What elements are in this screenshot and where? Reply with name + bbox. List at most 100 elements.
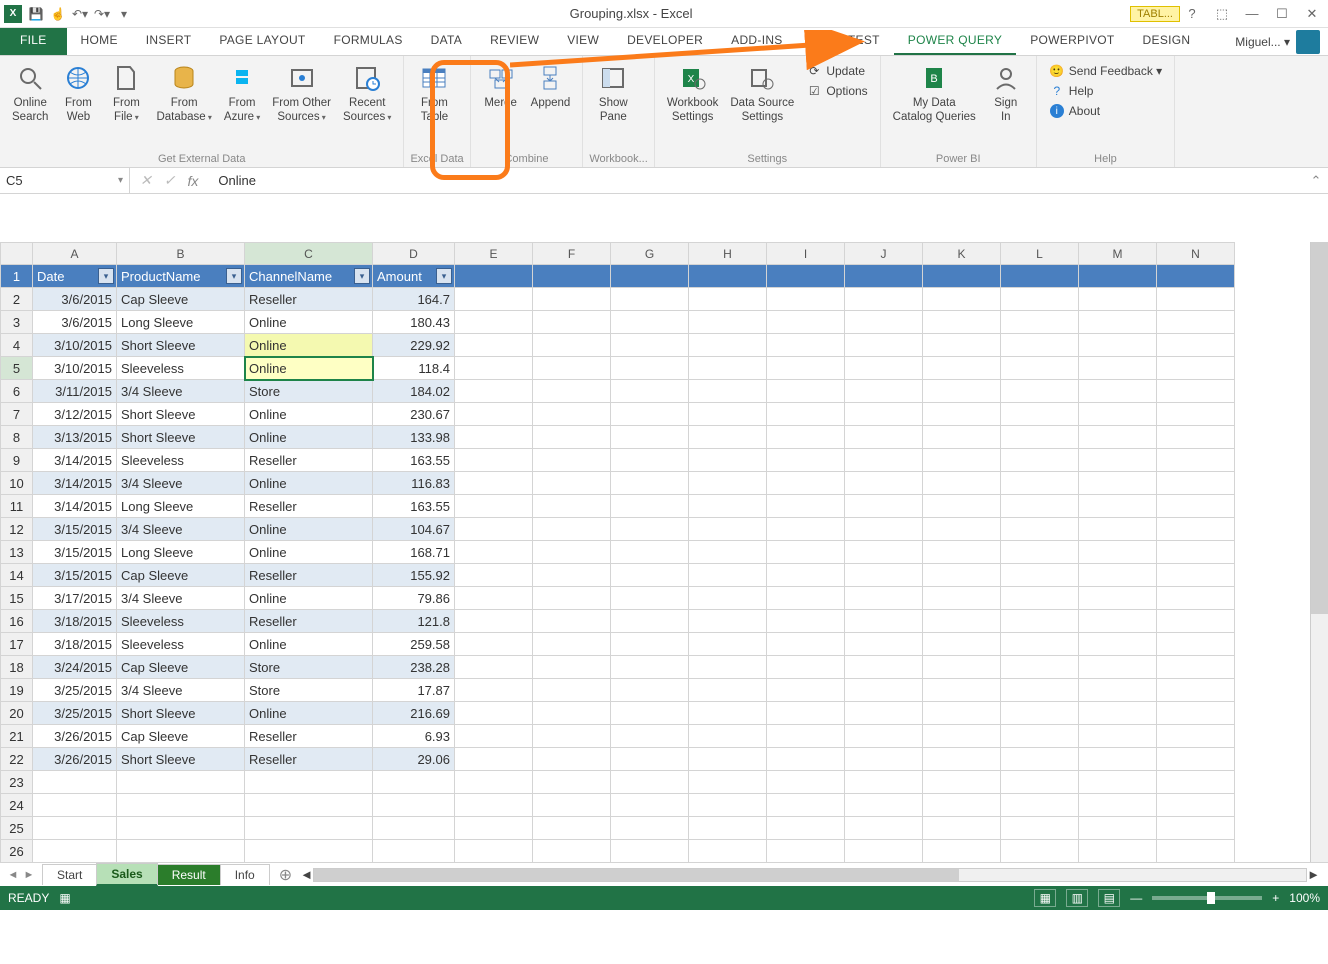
cell[interactable]: Reseller bbox=[245, 449, 373, 472]
cell[interactable]: 229.92 bbox=[373, 334, 455, 357]
cell[interactable] bbox=[611, 794, 689, 817]
cell[interactable]: Online bbox=[245, 518, 373, 541]
cell[interactable] bbox=[845, 472, 923, 495]
zoom-slider[interactable] bbox=[1152, 896, 1262, 900]
tab-home[interactable]: HOME bbox=[67, 28, 132, 55]
cell[interactable] bbox=[245, 794, 373, 817]
cell[interactable] bbox=[1001, 840, 1079, 863]
cell[interactable] bbox=[1001, 449, 1079, 472]
row-header-22[interactable]: 22 bbox=[1, 748, 33, 771]
cell[interactable] bbox=[767, 633, 845, 656]
cell[interactable] bbox=[689, 771, 767, 794]
cell[interactable] bbox=[1157, 426, 1235, 449]
table-tools-tab[interactable]: TABL... bbox=[1130, 6, 1180, 22]
cell[interactable] bbox=[455, 702, 533, 725]
cell[interactable]: Online bbox=[245, 403, 373, 426]
row-header-14[interactable]: 14 bbox=[1, 564, 33, 587]
cell[interactable] bbox=[611, 495, 689, 518]
ribbon-show-pane[interactable]: Show Pane bbox=[589, 60, 637, 151]
cell[interactable] bbox=[611, 817, 689, 840]
cell[interactable] bbox=[923, 748, 1001, 771]
ribbon-append[interactable]: Append bbox=[525, 60, 577, 151]
cell[interactable] bbox=[845, 403, 923, 426]
cell[interactable] bbox=[1001, 702, 1079, 725]
cell[interactable] bbox=[923, 840, 1001, 863]
cell[interactable] bbox=[533, 403, 611, 426]
cell[interactable] bbox=[533, 840, 611, 863]
cell[interactable] bbox=[845, 380, 923, 403]
cell[interactable] bbox=[689, 449, 767, 472]
cell[interactable] bbox=[533, 334, 611, 357]
cell[interactable] bbox=[1001, 679, 1079, 702]
cell[interactable]: 3/6/2015 bbox=[33, 311, 117, 334]
cell[interactable] bbox=[767, 564, 845, 587]
cell[interactable]: 29.06 bbox=[373, 748, 455, 771]
tab-page-layout[interactable]: PAGE LAYOUT bbox=[205, 28, 319, 55]
cell[interactable] bbox=[33, 771, 117, 794]
cell[interactable] bbox=[533, 587, 611, 610]
filter-icon[interactable]: ▾ bbox=[98, 268, 114, 284]
cell[interactable] bbox=[1001, 403, 1079, 426]
cell[interactable]: Online bbox=[245, 472, 373, 495]
cell[interactable] bbox=[689, 472, 767, 495]
ribbon-from-azure[interactable]: From Azure bbox=[218, 60, 266, 151]
normal-view-button[interactable]: ▦ bbox=[1034, 889, 1056, 907]
cell[interactable] bbox=[689, 311, 767, 334]
cell[interactable] bbox=[1079, 840, 1157, 863]
cell[interactable] bbox=[845, 426, 923, 449]
ribbon-from-other-sources[interactable]: From Other Sources bbox=[266, 60, 337, 151]
cell[interactable] bbox=[1001, 656, 1079, 679]
cell[interactable]: 3/14/2015 bbox=[33, 495, 117, 518]
cell[interactable]: Long Sleeve bbox=[117, 311, 245, 334]
ribbon-workbook-settings[interactable]: XWorkbook Settings bbox=[661, 60, 725, 151]
cell[interactable]: 3/4 Sleeve bbox=[117, 679, 245, 702]
cell[interactable]: Sleeveless bbox=[117, 633, 245, 656]
row-header-9[interactable]: 9 bbox=[1, 449, 33, 472]
row-header-10[interactable]: 10 bbox=[1, 472, 33, 495]
cell[interactable] bbox=[1157, 380, 1235, 403]
cell[interactable]: 3/4 Sleeve bbox=[117, 380, 245, 403]
col-header-G[interactable]: G bbox=[611, 243, 689, 265]
cell[interactable]: 3/26/2015 bbox=[33, 725, 117, 748]
cell[interactable] bbox=[1079, 702, 1157, 725]
cell[interactable] bbox=[533, 794, 611, 817]
cell[interactable] bbox=[1001, 518, 1079, 541]
cell[interactable] bbox=[373, 771, 455, 794]
cell[interactable] bbox=[845, 541, 923, 564]
cell[interactable] bbox=[1001, 541, 1079, 564]
cell[interactable] bbox=[373, 840, 455, 863]
sheet-tab-result[interactable]: Result bbox=[157, 864, 221, 885]
cell[interactable] bbox=[845, 564, 923, 587]
cell[interactable] bbox=[1001, 357, 1079, 380]
cell[interactable]: 164.7 bbox=[373, 288, 455, 311]
cell[interactable] bbox=[1001, 564, 1079, 587]
cell[interactable] bbox=[689, 817, 767, 840]
cell[interactable]: Reseller bbox=[245, 748, 373, 771]
cell[interactable] bbox=[767, 426, 845, 449]
cell[interactable] bbox=[923, 472, 1001, 495]
help-button[interactable]: ? bbox=[1180, 4, 1204, 24]
cancel-formula-icon[interactable]: ✕ bbox=[140, 172, 152, 189]
cell[interactable] bbox=[533, 472, 611, 495]
col-header-M[interactable]: M bbox=[1079, 243, 1157, 265]
cell[interactable] bbox=[1157, 403, 1235, 426]
cell[interactable]: 3/13/2015 bbox=[33, 426, 117, 449]
cell[interactable] bbox=[923, 702, 1001, 725]
cell[interactable] bbox=[845, 610, 923, 633]
cell[interactable] bbox=[117, 771, 245, 794]
cell[interactable]: Online bbox=[245, 633, 373, 656]
cell[interactable]: 3/11/2015 bbox=[33, 380, 117, 403]
cell[interactable] bbox=[455, 541, 533, 564]
cell[interactable] bbox=[611, 518, 689, 541]
cell[interactable]: Short Sleeve bbox=[117, 426, 245, 449]
ribbon-sign-in[interactable]: Sign In bbox=[982, 60, 1030, 151]
cell[interactable]: 3/18/2015 bbox=[33, 610, 117, 633]
cell[interactable] bbox=[689, 587, 767, 610]
cell[interactable] bbox=[1157, 334, 1235, 357]
cell[interactable]: 6.93 bbox=[373, 725, 455, 748]
cell[interactable] bbox=[689, 426, 767, 449]
cell[interactable] bbox=[533, 679, 611, 702]
cell[interactable] bbox=[611, 610, 689, 633]
cell[interactable]: Sleeveless bbox=[117, 357, 245, 380]
cell[interactable] bbox=[533, 288, 611, 311]
